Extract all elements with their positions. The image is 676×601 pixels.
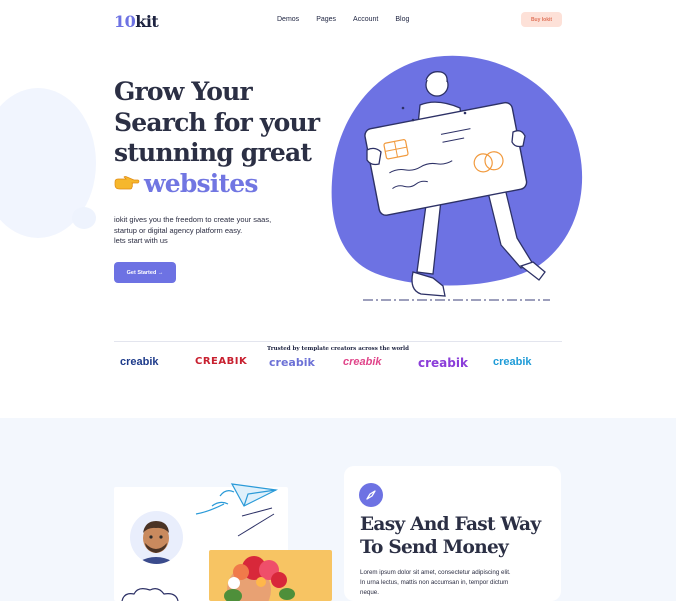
trusted-label: Trusted by template creators across the … [0, 337, 676, 355]
brand-logo: creabik [120, 356, 159, 368]
nav-link-account[interactable]: Account [353, 16, 378, 23]
hero-title-line: Grow Your [114, 77, 253, 106]
brand-logo: creabik [343, 356, 382, 368]
feature-title: Easy And Fast Way To Send Money [360, 514, 541, 558]
hero-title-accent: websites [144, 168, 258, 198]
background-blob-small [72, 207, 96, 229]
buy-button[interactable]: Buy Iokit [521, 12, 562, 27]
avatar [130, 511, 183, 564]
get-started-button[interactable]: Get Started → [114, 262, 176, 283]
cloud-icon [121, 588, 179, 601]
brand-logos: creabik CREABIK creabik creabik creabik … [114, 356, 562, 372]
hero-title: Grow Your Search for your stunning great… [114, 77, 344, 199]
paper-plane-icon [195, 483, 279, 537]
brand-logo: creabik [418, 356, 468, 370]
hero-title-line: Search for your [114, 107, 320, 137]
nav-link-blog[interactable]: Blog [395, 16, 409, 23]
flower-photo [209, 550, 332, 601]
feature-description: Lorem ipsum dolor sit amet, consectetur … [360, 569, 511, 596]
brand-logo: CREABIK [195, 356, 248, 367]
pointing-hand-icon [114, 169, 140, 189]
main-nav: Demos Pages Account Blog [277, 16, 409, 23]
hero-description: iokit gives you the freedom to create yo… [114, 215, 272, 245]
hero-title-line: stunning great [114, 138, 312, 167]
brand-logo: creabik [269, 356, 315, 369]
hero-illustration [325, 50, 587, 315]
nav-link-demos[interactable]: Demos [277, 16, 299, 23]
brand-logo: creabik [493, 356, 532, 368]
compass-icon [359, 483, 383, 507]
features-section [0, 418, 676, 601]
nav-link-pages[interactable]: Pages [316, 16, 336, 23]
logo[interactable]: 10kit [114, 12, 159, 31]
